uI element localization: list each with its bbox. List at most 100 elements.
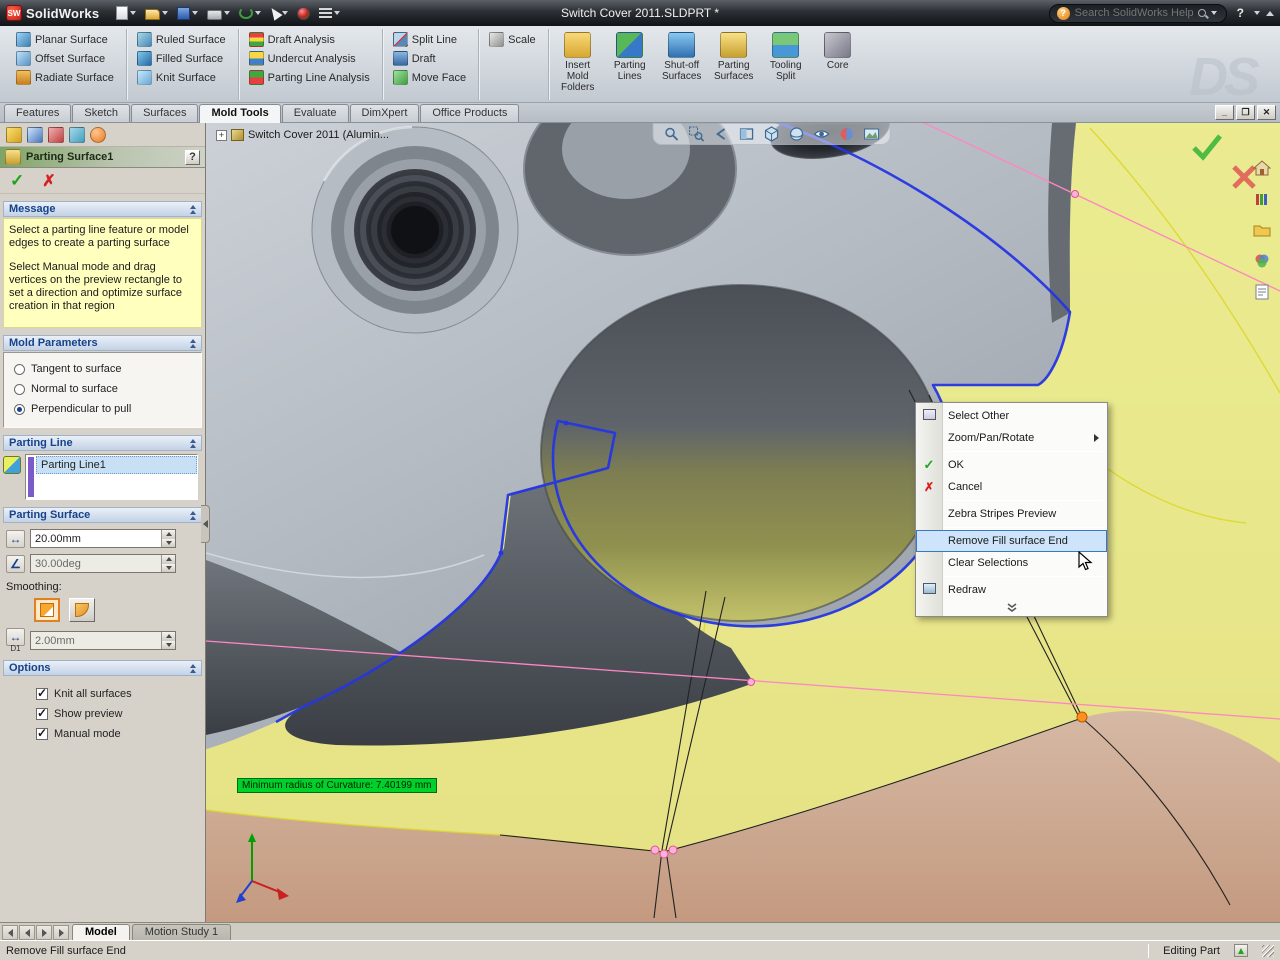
confirm-ok-mark[interactable] [1190,131,1224,164]
offset-surface-button[interactable]: Offset Surface [12,50,118,67]
print-dropdown-caret[interactable] [224,11,230,15]
view-orientation-icon[interactable] [764,126,780,142]
new-dropdown-caret[interactable] [130,11,136,15]
save-button[interactable] [174,5,201,22]
parting-line-section-header[interactable]: Parting Line [3,435,202,451]
print-button[interactable] [204,5,233,22]
previous-view-icon[interactable] [714,126,730,142]
tab-dimxpert[interactable]: DimXpert [350,104,420,122]
display-style-icon[interactable] [789,126,805,142]
radio-tangent-to-surface[interactable]: Tangent to surface [14,359,197,379]
spin-up-icon[interactable] [162,632,175,641]
new-document-button[interactable] [113,4,139,22]
planar-surface-button[interactable]: Planar Surface [12,31,118,48]
radio-icon[interactable] [14,364,25,375]
pm-help-button[interactable]: ? [185,150,200,165]
resize-grip[interactable] [1262,945,1274,957]
surface-angle-spinbox[interactable]: 30.00deg [30,554,176,573]
minimize-button[interactable]: _ [1215,105,1234,120]
section-view-icon[interactable] [739,126,755,142]
dimxpert-manager-tab-icon[interactable] [69,127,85,143]
drag-handle-point[interactable] [1077,712,1087,722]
select-dropdown-caret[interactable] [282,11,288,15]
spin-up-icon[interactable] [162,555,175,564]
undo-button[interactable] [236,5,264,21]
parting-line-vertex[interactable] [564,421,569,426]
switch-cutout[interactable] [541,285,941,621]
search-icon[interactable] [1198,9,1206,17]
preview-vertex-marker[interactable] [660,850,668,858]
parting-line-listbox[interactable]: Parting Line1 [25,454,198,500]
configuration-manager-tab-icon[interactable] [48,127,64,143]
solidworks-resources-home-icon[interactable] [1250,157,1274,179]
undercut-analysis-button[interactable]: Undercut Analysis [245,50,374,67]
spin-down-icon[interactable] [162,564,175,573]
graphics-viewport[interactable]: + Switch Cover 2011 (Alumin... Minimum r… [206,123,1280,922]
tab-model[interactable]: Model [72,924,130,940]
design-library-icon[interactable] [1250,188,1274,210]
radio-icon[interactable] [14,384,25,395]
draft-button[interactable]: Draft [389,50,470,67]
surface-distance-spinbox[interactable]: 20.00mm [30,529,176,548]
menu-item-remove-fill-surface-end[interactable]: Remove Fill surface End [916,530,1107,552]
undo-dropdown-caret[interactable] [255,11,261,15]
search-box[interactable]: ? [1049,4,1227,23]
radiate-surface-button[interactable]: Radiate Surface [12,69,118,86]
shut-off-surfaces-button[interactable]: Shut-off Surfaces [657,30,707,99]
rebuild-button[interactable] [294,5,313,22]
radio-icon-selected[interactable] [14,404,25,415]
spinner-buttons[interactable] [161,632,175,649]
parting-lines-button[interactable]: Parting Lines [605,30,655,99]
smooth-distance-value[interactable]: 2.00mm [31,635,161,647]
spin-down-icon[interactable] [162,539,175,548]
menu-expand-chevron[interactable] [916,601,1107,614]
tab-mold-tools[interactable]: Mold Tools [199,104,280,123]
spinner-buttons[interactable] [161,530,175,547]
surface-distance-value[interactable]: 20.00mm [31,533,161,545]
ruled-surface-button[interactable]: Ruled Surface [133,31,230,48]
mold-parameters-section-header[interactable]: Mold Parameters [3,335,202,351]
parting-line-vertex[interactable] [499,551,504,556]
options-dropdown-caret[interactable] [334,11,340,15]
open-button[interactable] [142,5,171,22]
parting-surfaces-button[interactable]: Parting Surfaces [709,30,759,99]
select-button[interactable] [267,5,291,21]
spin-down-icon[interactable] [162,641,175,650]
help-dropdown-caret[interactable] [1254,11,1260,15]
checkbox-icon-checked[interactable] [36,688,48,700]
options-section-header[interactable]: Options [3,660,202,676]
search-scope-caret[interactable] [1211,11,1217,15]
menu-item-zebra-stripes-preview[interactable]: Zebra Stripes Preview [916,503,1107,525]
pm-cancel-button[interactable]: ✗ [42,171,55,191]
surface-angle-value[interactable]: 30.00deg [31,558,161,570]
split-line-button[interactable]: Split Line [389,31,470,48]
radio-normal-to-surface[interactable]: Normal to surface [14,379,197,399]
tab-sketch[interactable]: Sketch [72,104,130,122]
tab-features[interactable]: Features [4,104,71,122]
zoom-area-icon[interactable] [689,126,705,142]
checkbox-knit-all-surfaces[interactable]: Knit all surfaces [36,684,197,704]
help-menu-button[interactable]: ? [1233,6,1248,20]
parting-surface-section-header[interactable]: Parting Surface [3,507,202,523]
spinner-buttons[interactable] [161,555,175,572]
knit-surface-button[interactable]: Knit Surface [133,69,230,86]
open-dropdown-caret[interactable] [162,11,168,15]
first-tab-button[interactable] [2,925,18,940]
search-input[interactable] [1075,7,1193,19]
feature-tree-root[interactable]: + Switch Cover 2011 (Alumin... [216,129,389,141]
tooling-split-button[interactable]: Tooling Split [761,30,811,99]
checkbox-icon-checked[interactable] [36,708,48,720]
smoothing-smooth-button[interactable] [69,598,95,622]
zoom-fit-icon[interactable] [664,126,680,142]
draft-analysis-button[interactable]: Draft Analysis [245,31,374,48]
restore-button[interactable]: ❐ [1236,105,1255,120]
collapse-ribbon-chevron[interactable] [1266,11,1274,16]
preview-vertex-marker[interactable] [669,846,677,854]
hide-show-items-icon[interactable] [814,126,830,142]
feature-manager-tab-icon[interactable] [6,127,22,143]
display-manager-tab-icon[interactable] [90,127,106,143]
model-3d-view[interactable] [206,123,1280,922]
insert-mold-folders-button[interactable]: Insert Mold Folders [553,30,603,99]
edit-appearance-icon[interactable] [839,126,855,142]
menu-item-cancel[interactable]: ✗ Cancel [916,476,1107,498]
